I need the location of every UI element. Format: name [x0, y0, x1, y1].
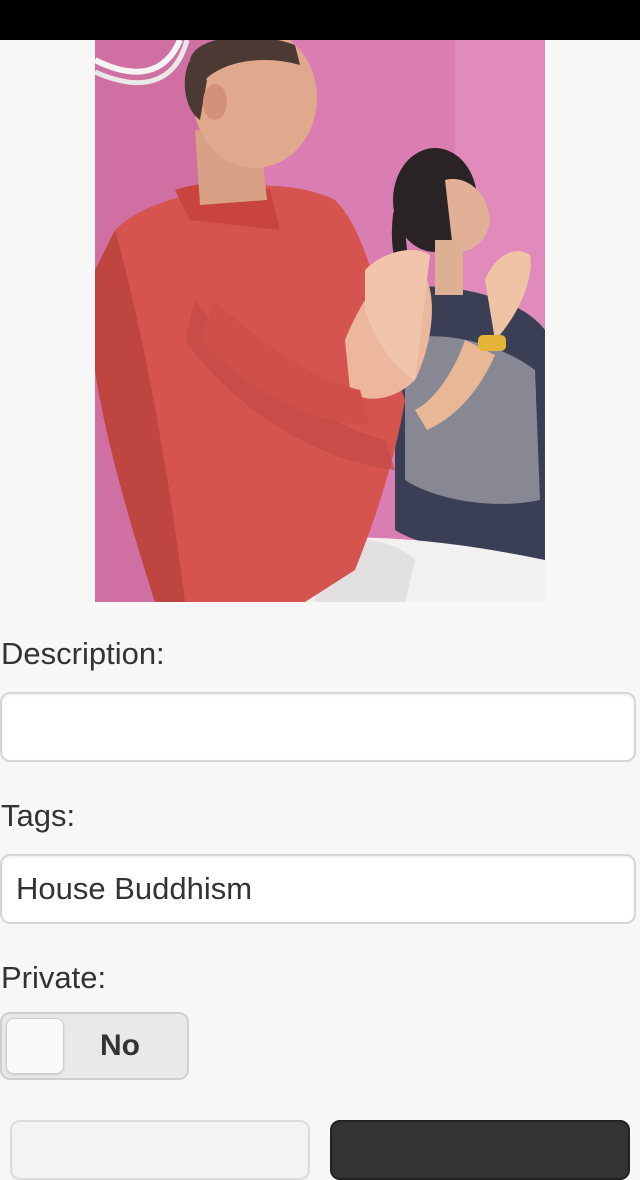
post-photo [95, 40, 545, 602]
description-label: Description: [1, 636, 165, 671]
toggle-knob[interactable] [6, 1018, 64, 1074]
description-input[interactable] [0, 692, 636, 762]
status-bar [0, 0, 640, 40]
submit-button[interactable] [330, 1120, 630, 1180]
private-label: Private: [1, 960, 107, 995]
tags-input[interactable] [0, 854, 636, 924]
private-toggle[interactable]: No [0, 1012, 189, 1080]
private-toggle-state: No [100, 1029, 140, 1062]
tags-label: Tags: [1, 798, 76, 833]
cancel-button[interactable] [10, 1120, 310, 1180]
